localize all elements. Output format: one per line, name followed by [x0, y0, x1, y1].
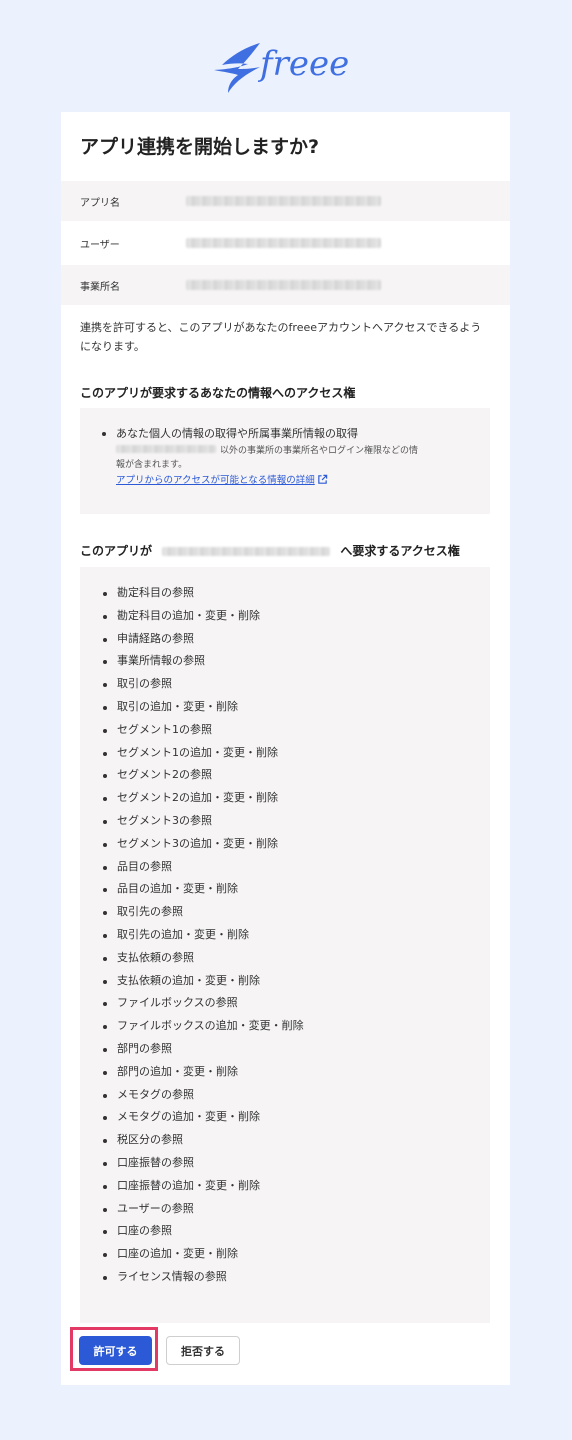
permission-item: 品目の追加・変更・削除 — [80, 878, 490, 901]
permission-item: 申請経路の参照 — [80, 628, 490, 651]
permission-item: メモタグの参照 — [80, 1084, 490, 1107]
freee-logo: freee — [210, 38, 360, 96]
redacted-app-name — [186, 196, 381, 206]
permission-item: セグメント3の参照 — [80, 810, 490, 833]
company-access-box: 勘定科目の参照 勘定科目の追加・変更・削除 申請経路の参照 事業所情報の参照 取引の参照… — [80, 567, 490, 1323]
permission-item: 税区分の参照 — [80, 1129, 490, 1152]
permission-item: 口座の追加・変更・削除 — [80, 1243, 490, 1266]
access-details-link[interactable]: アプリからのアクセスが可能となる情報の詳細 — [116, 472, 328, 486]
personal-access-box: あなた個人の情報の取得や所属事業所情報の取得 以外の事業所の事業所名やログイン権… — [80, 408, 490, 514]
permission-item: セグメント1の参照 — [80, 719, 490, 742]
personal-access-title: このアプリが要求するあなたの情報へのアクセス権 — [80, 386, 356, 400]
permission-item: 支払依頼の参照 — [80, 947, 490, 970]
redacted-user — [186, 238, 381, 248]
access-details-link-text: アプリからのアクセスが可能となる情報の詳細 — [116, 475, 315, 486]
permission-item: セグメント1の追加・変更・削除 — [80, 742, 490, 765]
deny-button[interactable]: 拒否する — [166, 1336, 240, 1365]
permission-item: セグメント3の追加・変更・削除 — [80, 833, 490, 856]
company-access-title: このアプリが へ要求するアクセス権 — [80, 542, 460, 559]
info-label-user: ユーザー — [80, 239, 120, 251]
permission-item: セグメント2の参照 — [80, 764, 490, 787]
permission-item: 取引の参照 — [80, 673, 490, 696]
consent-card: アプリ連携を開始しますか? アプリ名 ユーザー 事業所名 連携を許可すると、この… — [61, 112, 510, 1385]
permission-item: 部門の参照 — [80, 1038, 490, 1061]
personal-access-note-2: 報が含まれます。 — [116, 460, 188, 470]
permission-item: 事業所情報の参照 — [80, 650, 490, 673]
redacted-company-name — [116, 445, 216, 453]
permission-item: 勘定科目の参照 — [80, 582, 490, 605]
info-label-app-name: アプリ名 — [80, 197, 120, 209]
permission-item: ファイルボックスの追加・変更・削除 — [80, 1015, 490, 1038]
bird-icon — [214, 43, 260, 93]
info-label-company: 事業所名 — [80, 281, 120, 293]
company-access-title-prefix: このアプリが — [80, 544, 153, 558]
info-row-company: 事業所名 — [61, 265, 510, 305]
permission-item: メモタグの追加・変更・削除 — [80, 1106, 490, 1129]
redacted-company — [186, 280, 381, 290]
permission-item: 部門の追加・変更・削除 — [80, 1061, 490, 1084]
permission-item: セグメント2の追加・変更・削除 — [80, 787, 490, 810]
permission-item: 口座振替の追加・変更・削除 — [80, 1175, 490, 1198]
permission-list: 勘定科目の参照 勘定科目の追加・変更・削除 申請経路の参照 事業所情報の参照 取引の参照… — [80, 582, 490, 1289]
info-row-app-name: アプリ名 — [61, 181, 510, 221]
info-row-user: ユーザー — [61, 223, 510, 263]
external-link-icon — [317, 474, 327, 484]
permission-item: 支払依頼の追加・変更・削除 — [80, 970, 490, 993]
permission-item: ユーザーの参照 — [80, 1198, 490, 1221]
allow-button[interactable]: 許可する — [79, 1336, 152, 1365]
permission-item: ファイルボックスの参照 — [80, 992, 490, 1015]
personal-access-item: あなた個人の情報の取得や所属事業所情報の取得 — [116, 427, 358, 440]
permission-item: 勘定科目の追加・変更・削除 — [80, 605, 490, 628]
consent-description: 連携を許可すると、このアプリがあなたのfreeeアカウントへアクセスできるように… — [80, 321, 482, 353]
page-title: アプリ連携を開始しますか? — [80, 136, 320, 158]
permission-item: ライセンス情報の参照 — [80, 1266, 490, 1289]
permission-item: 口座振替の参照 — [80, 1152, 490, 1175]
permission-item: 口座の参照 — [80, 1220, 490, 1243]
permission-item: 品目の参照 — [80, 856, 490, 879]
permission-item: 取引の追加・変更・削除 — [80, 696, 490, 719]
bullet — [102, 432, 106, 436]
redacted-company-name — [162, 547, 331, 556]
personal-access-note-1: 以外の事業所の事業所名やログイン権限などの情 — [220, 446, 419, 456]
company-access-title-suffix: へ要求するアクセス権 — [340, 544, 460, 558]
permission-item: 取引先の参照 — [80, 901, 490, 924]
logo-text: freee — [260, 44, 350, 84]
permission-item: 取引先の追加・変更・削除 — [80, 924, 490, 947]
